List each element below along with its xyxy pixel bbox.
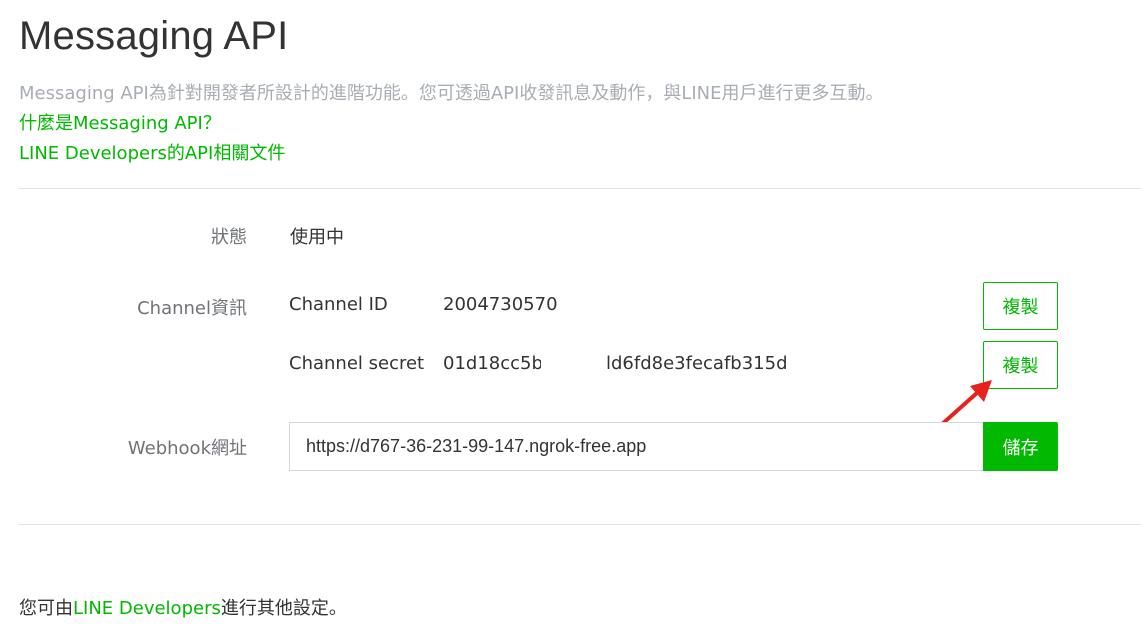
channel-id-value: 2004730570 [443, 294, 558, 315]
channel-id-label: Channel ID [289, 294, 388, 315]
divider-top [18, 188, 1141, 189]
page-title: Messaging API [19, 14, 289, 58]
footer-prefix: 您可由 [19, 598, 73, 619]
redaction-mask [541, 350, 607, 380]
webhook-label: Webhook網址 [127, 438, 247, 459]
api-docs-link[interactable]: LINE Developers的API相關文件 [19, 139, 285, 165]
line-developers-link[interactable]: LINE Developers [73, 598, 221, 619]
copy-channel-id-button[interactable]: 複製 [983, 282, 1058, 330]
page-description: Messaging API為針對開發者所設計的進階功能。您可透過API收發訊息及… [19, 83, 884, 104]
save-webhook-button[interactable]: 儲存 [983, 422, 1058, 471]
channel-secret-value-start: 01d18cc5b [443, 353, 543, 374]
channel-info-label: Channel資訊 [137, 298, 247, 319]
footer-suffix: 進行其他設定。 [220, 598, 347, 619]
channel-secret-label: Channel secret [289, 353, 425, 374]
channel-secret-value-end: ld6fd8e3fecafb315d [606, 353, 788, 374]
status-value: 使用中 [290, 227, 344, 248]
divider-bottom [18, 524, 1141, 525]
what-is-messaging-api-link[interactable]: 什麼是Messaging API？ [19, 109, 221, 135]
status-label: 狀態 [211, 227, 247, 248]
footer-text: 您可由LINE Developers進行其他設定。 [19, 594, 347, 620]
webhook-url-input[interactable] [289, 422, 983, 471]
